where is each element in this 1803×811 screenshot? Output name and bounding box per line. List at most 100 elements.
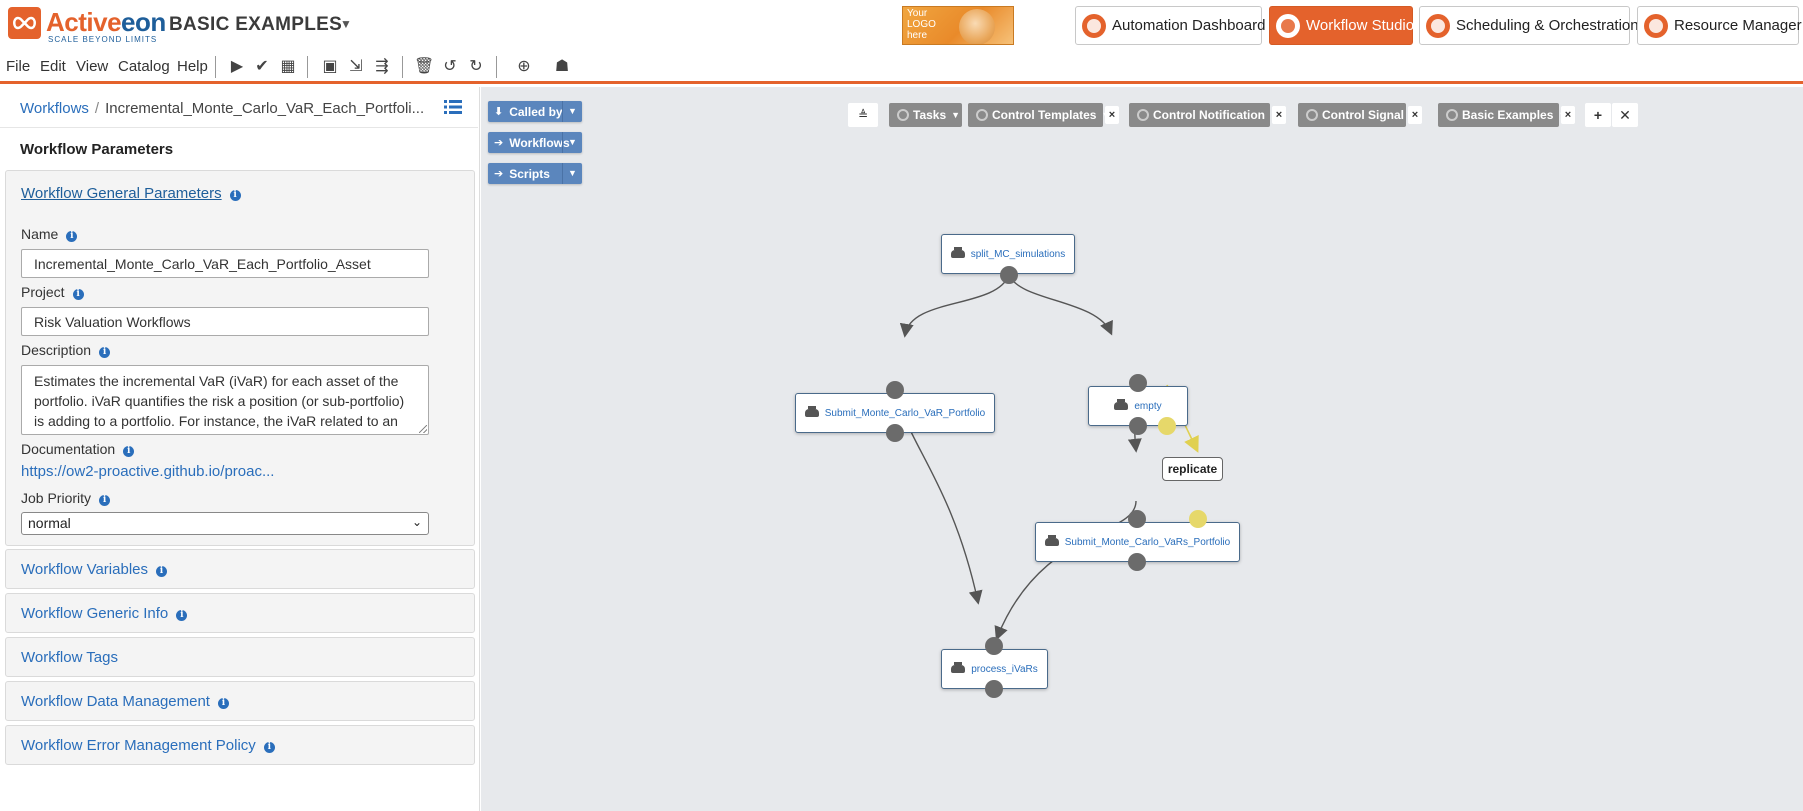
connection-split-to-var bbox=[899, 274, 1010, 338]
name-label: Name i bbox=[21, 226, 78, 242]
workflow-data-management-section[interactable]: Workflow Data Management i bbox=[5, 681, 475, 721]
portal-resource-manager[interactable]: Resource Manager bbox=[1637, 6, 1802, 45]
trash-icon[interactable]: 🗑 bbox=[414, 57, 434, 77]
task-replicate-input-port[interactable] bbox=[1189, 510, 1207, 528]
section-title: Workflow Tags bbox=[21, 649, 118, 666]
task-icon bbox=[804, 406, 819, 417]
activeeon-logo-name: Activeeon bbox=[46, 7, 166, 37]
task-output-port[interactable] bbox=[985, 680, 1003, 698]
task-replicate-port[interactable] bbox=[1158, 417, 1176, 435]
info-icon[interactable]: i bbox=[72, 289, 84, 300]
workflow-canvas[interactable]: ⬇ Called by ▼ ➔ Workflows ▼ ➔ Scripts ▼ ≜ T… bbox=[481, 87, 1803, 811]
name-label-text: Name bbox=[21, 226, 59, 242]
info-icon[interactable]: i bbox=[217, 698, 229, 709]
publish-icon[interactable]: ⇶ bbox=[372, 57, 392, 77]
bucket-dropdown-icon[interactable]: ▼ bbox=[340, 17, 352, 31]
portal-automation-dashboard[interactable]: Automation Dashboard bbox=[1075, 6, 1265, 45]
task-label: split_MC_simulations bbox=[970, 248, 1066, 260]
workflow-data-management-header[interactable]: Workflow Data Management i bbox=[21, 693, 229, 710]
workflow-generic-info-header[interactable]: Workflow Generic Info i bbox=[21, 605, 188, 622]
menu-view[interactable]: View bbox=[76, 58, 108, 75]
task-label: Submit_Monte_Carlo_VaR_Portfolio bbox=[824, 407, 986, 419]
breadcrumb: Workflows / Incremental_Monte_Carlo_VaR_Ea… bbox=[20, 100, 424, 117]
menu-edit[interactable]: Edit bbox=[40, 58, 66, 75]
chevron-down-icon: ⌄ bbox=[411, 515, 422, 529]
workflow-properties-panel: Workflows / Incremental_Monte_Carlo_VaR_Ea… bbox=[0, 87, 480, 811]
name-field[interactable]: Incremental_Monte_Carlo_VaR_Each_Portfol… bbox=[21, 249, 429, 278]
replicate-label[interactable]: replicate bbox=[1162, 457, 1223, 481]
check-icon[interactable]: ✔ bbox=[252, 57, 272, 77]
job-priority-label-text: Job Priority bbox=[21, 490, 92, 506]
info-icon[interactable]: i bbox=[99, 347, 111, 358]
info-icon[interactable]: i bbox=[99, 495, 111, 506]
workflow-error-policy-section[interactable]: Workflow Error Management Policy i bbox=[5, 725, 475, 765]
breadcrumb-separator: / bbox=[94, 100, 100, 117]
menu-catalog[interactable]: Catalog bbox=[118, 58, 170, 75]
resize-handle[interactable] bbox=[419, 425, 427, 433]
task-output-port[interactable] bbox=[1128, 553, 1146, 571]
toolbar-divider bbox=[496, 56, 497, 78]
documentation-label: Documentation i bbox=[21, 441, 135, 457]
task-input-port[interactable] bbox=[1129, 374, 1147, 392]
task-output-port[interactable] bbox=[1000, 266, 1018, 284]
description-label-text: Description bbox=[21, 342, 92, 358]
workflow-tags-section[interactable]: Workflow Tags bbox=[5, 637, 475, 677]
general-parameters-title: Workflow General Parameters bbox=[21, 185, 222, 202]
info-icon[interactable]: i bbox=[66, 231, 78, 242]
task-icon bbox=[950, 247, 965, 258]
portal-workflow-studio[interactable]: Workflow Studio bbox=[1269, 6, 1415, 45]
workflow-error-policy-header[interactable]: Workflow Error Management Policy i bbox=[21, 737, 275, 754]
general-parameters-header[interactable]: Workflow General Parameters i bbox=[21, 185, 241, 202]
job-priority-select[interactable]: normal ⌄ bbox=[21, 512, 429, 535]
menu-file[interactable]: File bbox=[6, 58, 30, 75]
info-icon[interactable]: i bbox=[123, 446, 135, 457]
menu-bar: File Edit View Catalog Help ▶ ✔ ▦ ▣ ⇲ ⇶ … bbox=[0, 50, 1803, 84]
task-label: Submit_Monte_Carlo_VaRs_Portfolio bbox=[1064, 536, 1231, 548]
info-icon[interactable]: i bbox=[176, 610, 188, 621]
activeeon-logo[interactable]: Activeeon SCALE BEYOND LIMITS bbox=[8, 5, 166, 44]
task-output-port[interactable] bbox=[1129, 417, 1147, 435]
description-label: Description i bbox=[21, 342, 111, 358]
catalog-global-icon[interactable]: ⊕ bbox=[512, 57, 536, 77]
portal-label: Workflow Studio bbox=[1306, 17, 1415, 34]
documentation-link[interactable]: https://ow2-proactive.github.io/proac... bbox=[21, 463, 274, 480]
portal-label: Resource Manager bbox=[1674, 17, 1802, 34]
task-input-port[interactable] bbox=[985, 637, 1003, 655]
task-input-port[interactable] bbox=[1128, 510, 1146, 528]
task-label: empty bbox=[1134, 400, 1162, 412]
section-title: Workflow Variables bbox=[21, 561, 148, 578]
play-icon[interactable]: ▶ bbox=[227, 57, 247, 77]
task-output-port[interactable] bbox=[886, 424, 904, 442]
workflow-variables-section[interactable]: Workflow Variables i bbox=[5, 549, 475, 589]
list-view-icon[interactable] bbox=[444, 99, 462, 115]
task-input-port[interactable] bbox=[886, 381, 904, 399]
task-icon bbox=[951, 662, 966, 673]
bucket-title[interactable]: BASIC EXAMPLES bbox=[169, 14, 342, 36]
portal-scheduling-orchestration[interactable]: Scheduling & Orchestration bbox=[1419, 6, 1639, 45]
calendar-icon[interactable]: ▦ bbox=[278, 57, 298, 77]
workflow-generic-info-section[interactable]: Workflow Generic Info i bbox=[5, 593, 475, 633]
cloud-icon bbox=[1644, 13, 1668, 38]
section-title: Workflow Error Management Policy bbox=[21, 737, 256, 754]
export-icon[interactable]: ⇲ bbox=[346, 57, 366, 77]
menu-help[interactable]: Help bbox=[177, 58, 208, 75]
undo-icon[interactable]: ↺ bbox=[440, 57, 460, 77]
task-label: process_iVaRs bbox=[971, 663, 1038, 675]
info-icon[interactable]: i bbox=[156, 566, 167, 577]
description-text: Estimates the incremental VaR (iVaR) for… bbox=[34, 373, 405, 429]
workflow-variables-header[interactable]: Workflow Variables i bbox=[21, 561, 167, 578]
breadcrumb-workflows-link[interactable]: Workflows bbox=[20, 100, 89, 117]
workflow-tags-header[interactable]: Workflow Tags bbox=[21, 649, 118, 666]
info-icon[interactable]: i bbox=[263, 742, 275, 753]
project-field[interactable]: Risk Valuation Workflows bbox=[21, 307, 429, 336]
description-field[interactable]: Estimates the incremental VaR (iVaR) for… bbox=[21, 365, 429, 435]
redo-icon[interactable]: ↻ bbox=[466, 57, 486, 77]
info-icon[interactable]: i bbox=[229, 190, 241, 201]
top-header: Activeeon SCALE BEYOND LIMITS BASIC EXAM… bbox=[0, 0, 1803, 50]
breadcrumb-current: Incremental_Monte_Carlo_VaR_Each_Portfol… bbox=[105, 100, 425, 117]
toolbar-divider bbox=[402, 56, 403, 78]
divider bbox=[0, 127, 478, 128]
toolbar-divider bbox=[307, 56, 308, 78]
catalog-user-icon[interactable]: ☗ bbox=[550, 57, 574, 77]
save-icon[interactable]: ▣ bbox=[320, 57, 340, 77]
